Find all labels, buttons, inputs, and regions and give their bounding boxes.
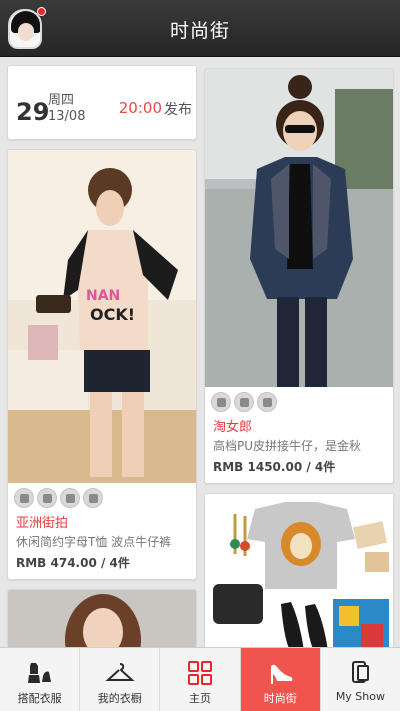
outfit-price: RMB 1450.00 / 4件 — [213, 460, 336, 474]
nav-label: 搭配衣服 — [17, 692, 62, 705]
svg-text:NAN: NAN — [86, 288, 120, 304]
thumbnail-icon[interactable] — [257, 392, 277, 412]
date-weekday: 周四 13/08 — [48, 93, 85, 125]
outfit-icon — [27, 663, 51, 683]
thumbnail-icon[interactable] — [211, 392, 231, 412]
weekday-label: 周四 — [48, 93, 75, 108]
nav-label: My Show — [335, 690, 385, 703]
publish-time: 20:00 — [118, 99, 162, 117]
outfit-card[interactable] — [7, 589, 197, 647]
shop-name[interactable]: 亚洲街拍 — [8, 510, 196, 531]
shop-name[interactable]: 淘女郎 — [205, 414, 393, 435]
nav-label: 主页 — [189, 692, 211, 705]
grid-icon — [188, 661, 212, 685]
bottom-nav: 搭配衣服 我的衣橱 主页 时尚街 My Show — [0, 647, 400, 711]
date-card: 29 周四 13/08 20:00 发布 — [7, 65, 197, 140]
thumbnail-icon[interactable] — [14, 488, 34, 508]
item-thumbnails — [205, 387, 393, 414]
thumbnail-icon[interactable] — [60, 488, 80, 508]
outfit-photo[interactable] — [205, 494, 393, 647]
app-header: 时尚街 — [0, 0, 400, 57]
hanger-icon — [105, 663, 135, 681]
notification-dot — [37, 7, 46, 16]
outfit-photo[interactable] — [205, 69, 393, 387]
feed[interactable]: 29 周四 13/08 20:00 发布 NAN OCK! 亚洲街拍 休闲简约字… — [0, 57, 400, 647]
outfit-description: 高档PU皮拼接牛仔，是金秋 — [213, 439, 362, 453]
high-heel-icon — [271, 664, 293, 684]
outfit-card[interactable]: NAN OCK! 亚洲街拍 休闲简约字母T恤 波点牛仔裤 RMB 474.00 … — [7, 149, 197, 580]
page-title: 时尚街 — [169, 20, 230, 42]
outfit-photo[interactable] — [8, 590, 196, 647]
item-thumbnails — [8, 483, 196, 510]
date-day: 29 — [16, 98, 50, 126]
outfit-card[interactable] — [204, 493, 394, 647]
nav-outfit[interactable]: 搭配衣服 — [0, 648, 81, 711]
phone-icon — [352, 661, 370, 683]
outfit-photo[interactable]: NAN OCK! — [8, 150, 196, 483]
nav-my-show[interactable]: My Show — [321, 648, 400, 711]
outfit-description: 休闲简约字母T恤 波点牛仔裤 — [16, 535, 172, 549]
feed-column-left: 29 周四 13/08 20:00 发布 NAN OCK! 亚洲街拍 休闲简约字… — [7, 65, 197, 647]
thumbnail-icon[interactable] — [83, 488, 103, 508]
svg-text:OCK!: OCK! — [90, 305, 135, 324]
nav-wardrobe[interactable]: 我的衣橱 — [80, 648, 161, 711]
month-day-label: 13/08 — [48, 109, 86, 124]
nav-label: 我的衣橱 — [97, 692, 142, 705]
nav-label: 时尚街 — [263, 692, 297, 705]
thumbnail-icon[interactable] — [37, 488, 57, 508]
outfit-card[interactable]: 淘女郎 高档PU皮拼接牛仔，是金秋 RMB 1450.00 / 4件 — [204, 68, 394, 484]
publish-label: 发布 — [164, 102, 192, 118]
thumbnail-icon[interactable] — [234, 392, 254, 412]
nav-fashion-street[interactable]: 时尚街 — [240, 648, 321, 711]
nav-home[interactable]: 主页 — [160, 648, 241, 711]
outfit-price: RMB 474.00 / 4件 — [16, 556, 130, 570]
feed-column-right: 淘女郎 高档PU皮拼接牛仔，是金秋 RMB 1450.00 / 4件 — [204, 65, 394, 647]
